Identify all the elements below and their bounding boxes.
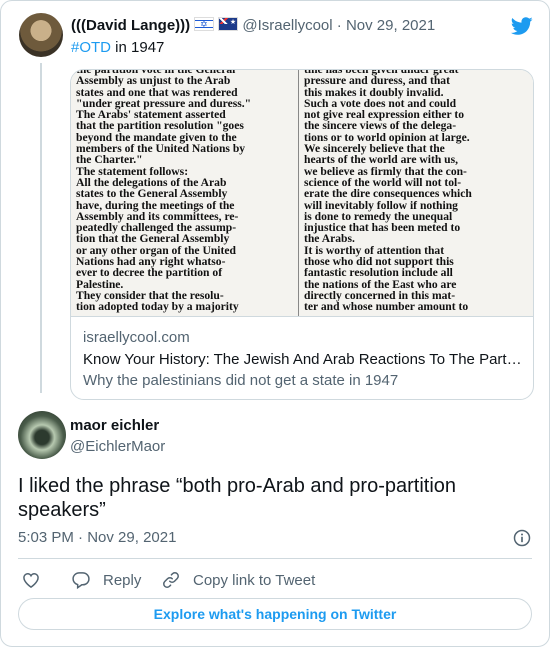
- tweet-timestamp[interactable]: 5:03 PM · Nov 29, 2021: [18, 529, 176, 546]
- link-icon: [163, 572, 179, 588]
- thread-connector: [40, 63, 42, 393]
- hashtag-link[interactable]: #OTD: [71, 39, 111, 56]
- twitter-bird-icon[interactable]: [509, 15, 535, 37]
- link-description: Why the palestinians did not get a state…: [83, 372, 399, 389]
- newspaper-clipping-image: the partition vote in the General Assemb…: [71, 70, 533, 317]
- heart-icon: [23, 572, 39, 588]
- link-domain: israellycool.com: [83, 329, 190, 346]
- clipping-left-column: the partition vote in the General Assemb…: [76, 70, 252, 314]
- link-title: Know Your History: The Jewish And Arab R…: [83, 351, 523, 368]
- reply-label: Reply: [103, 571, 142, 589]
- avatar-parent[interactable]: [19, 13, 63, 57]
- parent-tweet-header: (((David Lange))) @Israellycool · Nov 29…: [71, 12, 435, 36]
- main-display-name[interactable]: maor eichler: [70, 417, 159, 434]
- info-icon[interactable]: [512, 528, 532, 548]
- like-button[interactable]: [21, 569, 53, 591]
- separator-dot: ·: [336, 17, 342, 34]
- australia-flag-icon: [218, 12, 239, 32]
- parent-tweet-text: #OTD in 1947: [71, 38, 164, 58]
- israel-flag-icon: [194, 15, 215, 35]
- parent-display-name[interactable]: (((David Lange))): [71, 17, 190, 34]
- parent-date[interactable]: Nov 29, 2021: [346, 17, 435, 34]
- copy-link-label: Copy link to Tweet: [193, 571, 316, 589]
- tweet-date: Nov 29, 2021: [87, 529, 177, 546]
- reply-icon: [72, 572, 90, 590]
- clipping-column-rule: [298, 70, 299, 316]
- parent-handle[interactable]: @Israellycool: [242, 17, 332, 34]
- explore-twitter-button[interactable]: Explore what's happening on Twitter: [18, 598, 532, 630]
- reply-button[interactable]: Reply: [71, 569, 141, 591]
- tweet-embed-card: (((David Lange))) @Israellycool · Nov 29…: [0, 0, 550, 647]
- parent-text-rest: in 1947: [111, 39, 165, 56]
- main-handle[interactable]: @EichlerMaor: [70, 438, 165, 455]
- clipping-right-column: tine has been given under great pressure…: [304, 70, 472, 314]
- avatar-main[interactable]: [18, 411, 66, 459]
- tweet-time: 5:03 PM: [18, 529, 74, 546]
- main-tweet-text: I liked the phrase “both pro-Arab and pr…: [18, 475, 457, 521]
- copy-link-button[interactable]: Copy link to Tweet: [161, 569, 315, 591]
- divider: [18, 558, 532, 559]
- separator-dot: ·: [78, 529, 84, 546]
- link-preview-card[interactable]: the partition vote in the General Assemb…: [70, 69, 534, 400]
